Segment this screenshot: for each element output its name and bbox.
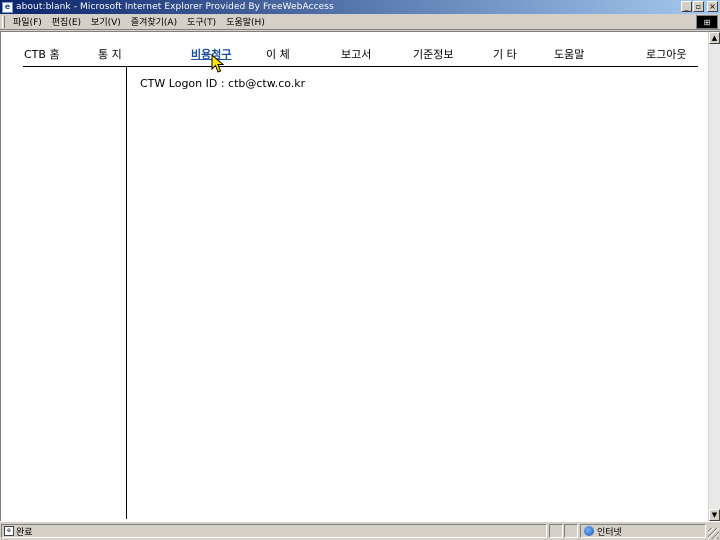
status-pane: e 완료 bbox=[1, 524, 547, 538]
nav-transfer[interactable]: 이 체 bbox=[266, 46, 290, 62]
window-controls: _ ▫ × bbox=[681, 1, 718, 12]
window-title: about:blank - Microsoft Internet Explore… bbox=[16, 2, 334, 12]
close-button[interactable]: × bbox=[707, 1, 718, 12]
nav-notice[interactable]: 통 지 bbox=[98, 46, 122, 62]
scroll-down-button[interactable]: ▼ bbox=[709, 509, 720, 521]
minimize-button[interactable]: _ bbox=[681, 1, 692, 12]
status-cell bbox=[564, 524, 578, 538]
nav-help[interactable]: 도움말 bbox=[554, 46, 584, 62]
menu-favorites[interactable]: 즐겨찾기(A) bbox=[126, 15, 182, 28]
nav-ctb-home[interactable]: CTB 홈 bbox=[24, 46, 60, 62]
zone-text: 인터넷 bbox=[597, 527, 622, 538]
nav-reference-info[interactable]: 기준정보 bbox=[413, 46, 453, 62]
nav-logout[interactable]: 로그아웃 bbox=[646, 46, 686, 62]
sidebar-divider bbox=[126, 67, 127, 519]
internet-globe-icon bbox=[584, 526, 594, 536]
nav-other[interactable]: 기 타 bbox=[493, 46, 517, 62]
logon-id-text: CTW Logon ID : ctb@ctw.co.kr bbox=[140, 77, 306, 90]
status-cell bbox=[549, 524, 563, 538]
nav-reports[interactable]: 보고서 bbox=[341, 46, 371, 62]
nav-divider bbox=[23, 66, 698, 67]
scroll-up-button[interactable]: ▲ bbox=[709, 32, 720, 44]
top-nav: CTB 홈 통 지 비용청구 이 체 보고서 기준정보 기 타 도움말 로그아웃 bbox=[1, 32, 708, 68]
ie-icon: e bbox=[2, 1, 13, 13]
menu-edit[interactable]: 편집(E) bbox=[47, 15, 86, 28]
windows-logo-icon: ⊞ bbox=[696, 15, 718, 29]
menu-bar: 파일(F) 편집(E) 보기(V) 즐겨찾기(A) 도구(T) 도움말(H) ⊞ bbox=[0, 14, 720, 30]
menu-help[interactable]: 도움말(H) bbox=[221, 15, 270, 28]
menu-file[interactable]: 파일(F) bbox=[8, 15, 47, 28]
security-zone-pane: 인터넷 bbox=[580, 524, 706, 538]
page-done-icon: e bbox=[4, 526, 14, 536]
browser-viewport: CTB 홈 통 지 비용청구 이 체 보고서 기준정보 기 타 도움말 로그아웃… bbox=[0, 31, 720, 521]
status-bar: e 완료 인터넷 bbox=[0, 521, 720, 540]
vertical-scrollbar[interactable]: ▲ ▼ bbox=[708, 32, 720, 521]
maximize-button[interactable]: ▫ bbox=[693, 1, 704, 12]
mouse-pointer-icon bbox=[211, 54, 225, 73]
resize-grip[interactable] bbox=[708, 528, 719, 539]
menu-tools[interactable]: 도구(T) bbox=[182, 15, 221, 28]
menu-grip bbox=[2, 15, 5, 28]
menu-view[interactable]: 보기(V) bbox=[86, 15, 126, 28]
status-text: 완료 bbox=[16, 527, 33, 538]
title-bar: e about:blank - Microsoft Internet Explo… bbox=[0, 0, 720, 14]
